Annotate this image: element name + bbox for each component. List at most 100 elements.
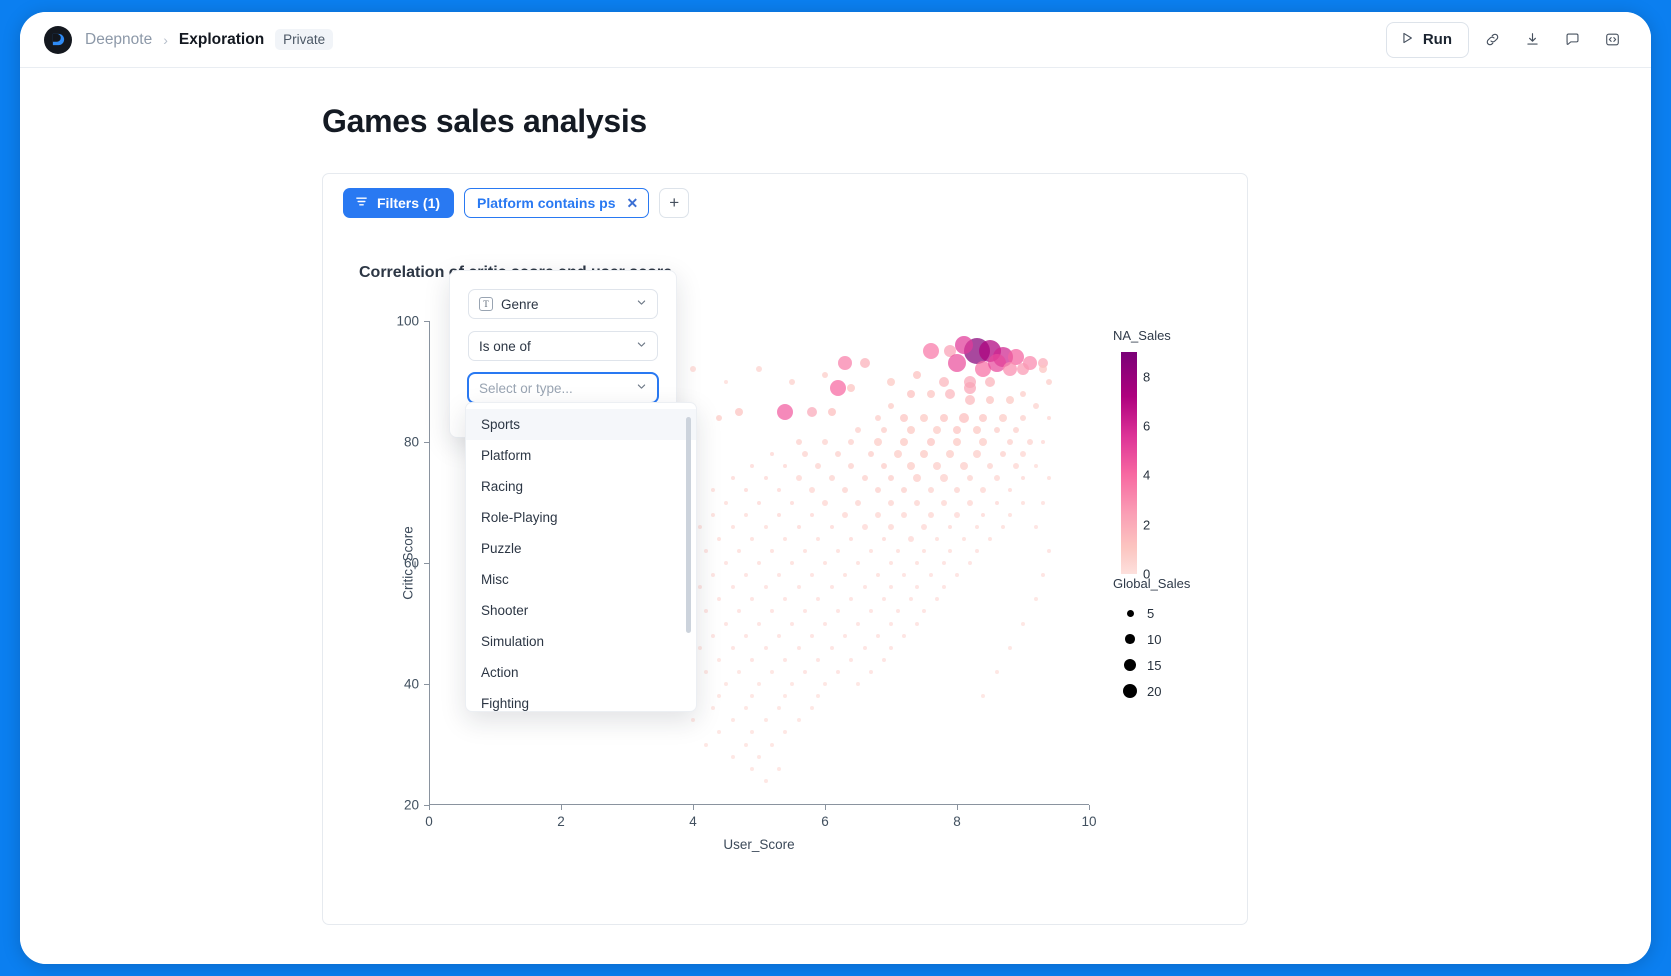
filter-column-select[interactable]: T Genre <box>468 289 658 319</box>
scatter-point <box>835 451 842 458</box>
scatter-point <box>704 669 709 674</box>
size-legend: Global_Sales 5 10 15 20 <box>1113 576 1273 704</box>
scatter-point <box>763 585 768 590</box>
scatter-point <box>900 438 909 446</box>
scatter-point <box>823 682 827 686</box>
scatter-point <box>855 499 861 506</box>
filter-option-platform[interactable]: Platform <box>466 440 696 471</box>
y-tick-label: 40 <box>403 676 419 692</box>
scatter-point <box>887 377 895 386</box>
scatter-point <box>757 621 761 626</box>
breadcrumb-project[interactable]: Exploration <box>179 31 264 49</box>
x-tick-label: 10 <box>1081 814 1097 829</box>
link-button[interactable] <box>1475 23 1509 57</box>
scatter-point <box>941 561 946 565</box>
filter-operator-select[interactable]: Is one of <box>468 331 658 361</box>
scatter-point <box>776 766 781 771</box>
filters-button[interactable]: Filters (1) <box>343 188 455 218</box>
filter-option-puzzle[interactable]: Puzzle <box>466 533 696 564</box>
run-button[interactable]: Run <box>1385 21 1469 58</box>
scatter-point <box>776 706 781 711</box>
code-button[interactable] <box>1595 23 1629 57</box>
size-legend-title: Global_Sales <box>1113 576 1191 591</box>
scatter-point <box>697 645 702 650</box>
scatter-point <box>841 511 848 518</box>
scatter-point <box>790 621 794 626</box>
size-legend-dot-cell <box>1113 634 1147 644</box>
scatter-point <box>828 475 835 482</box>
scatter-point <box>974 548 979 553</box>
scatter-point <box>954 336 973 355</box>
scatter-point <box>795 475 802 482</box>
scatter-point <box>1047 415 1052 420</box>
scatter-point <box>953 438 961 446</box>
scatter-point <box>743 488 748 493</box>
breadcrumb-workspace[interactable]: Deepnote <box>85 31 152 49</box>
filter-option-racing[interactable]: Racing <box>466 471 696 502</box>
filter-value-placeholder: Select or type... <box>479 380 573 396</box>
scatter-point <box>809 706 814 711</box>
close-icon[interactable]: ✕ <box>626 196 638 210</box>
filter-option-role-playing[interactable]: Role-Playing <box>466 502 696 533</box>
top-bar-actions: Run <box>1385 21 1629 58</box>
filter-value-options-list[interactable]: Sports Platform Racing Role-Playing Puzzle Mi… <box>465 402 697 712</box>
scatter-point <box>776 488 781 493</box>
scatter-point <box>770 609 775 614</box>
scatter-point <box>737 548 742 553</box>
scatter-point <box>816 657 821 662</box>
scatter-point <box>967 475 974 482</box>
code-icon <box>1604 31 1621 48</box>
filter-option-fighting[interactable]: Fighting <box>466 688 696 711</box>
size-legend-dot-cell <box>1113 659 1147 671</box>
y-tick <box>424 805 429 806</box>
download-button[interactable] <box>1515 23 1549 57</box>
scatter-point <box>710 706 715 711</box>
scatter-point <box>806 406 817 417</box>
scatter-point <box>783 694 788 699</box>
scatter-point <box>724 621 728 626</box>
chevron-down-icon <box>636 379 647 397</box>
scatter-point <box>874 487 881 494</box>
filter-option-sports[interactable]: Sports <box>466 409 696 440</box>
filter-option-shooter[interactable]: Shooter <box>466 595 696 626</box>
filter-value-input[interactable]: Select or type... <box>468 373 658 403</box>
scatter-point <box>803 609 808 614</box>
visibility-badge[interactable]: Private <box>275 29 334 50</box>
scatter-point <box>757 682 761 686</box>
scatter-point <box>836 669 841 674</box>
scatter-point <box>757 500 761 505</box>
scatter-point <box>953 425 961 434</box>
scatter-point <box>895 609 900 614</box>
filter-option-misc[interactable]: Misc <box>466 564 696 595</box>
scatter-point <box>816 536 821 541</box>
y-tick-label: 80 <box>403 434 419 450</box>
options-scrollbar[interactable] <box>686 417 691 633</box>
filter-option-simulation[interactable]: Simulation <box>466 626 696 657</box>
x-tick-label: 4 <box>689 814 697 829</box>
scatter-point <box>993 426 1000 433</box>
scatter-point <box>915 585 920 590</box>
scatter-point <box>750 730 755 735</box>
filter-chip-label: Platform contains ps <box>477 195 616 211</box>
scatter-point <box>1034 597 1039 602</box>
filter-option-action[interactable]: Action <box>466 657 696 688</box>
scatter-point <box>809 512 814 517</box>
add-filter-button[interactable]: + <box>659 188 690 218</box>
scatter-point <box>790 561 794 565</box>
scatter-point <box>783 730 788 735</box>
scatter-point <box>922 548 926 553</box>
scatter-point <box>927 511 934 518</box>
scatter-point <box>946 450 955 459</box>
scatter-point <box>859 358 870 369</box>
scatter-point <box>716 414 723 421</box>
scatter-point <box>704 609 709 614</box>
scatter-point <box>783 536 788 541</box>
scatter-point <box>796 645 801 650</box>
scatter-point <box>717 730 722 735</box>
scatter-point <box>743 633 748 638</box>
scatter-point <box>823 561 827 565</box>
scatter-point <box>941 585 946 590</box>
x-tick <box>561 805 562 810</box>
filter-chip-platform[interactable]: Platform contains ps ✕ <box>464 188 650 218</box>
comment-button[interactable] <box>1555 23 1589 57</box>
